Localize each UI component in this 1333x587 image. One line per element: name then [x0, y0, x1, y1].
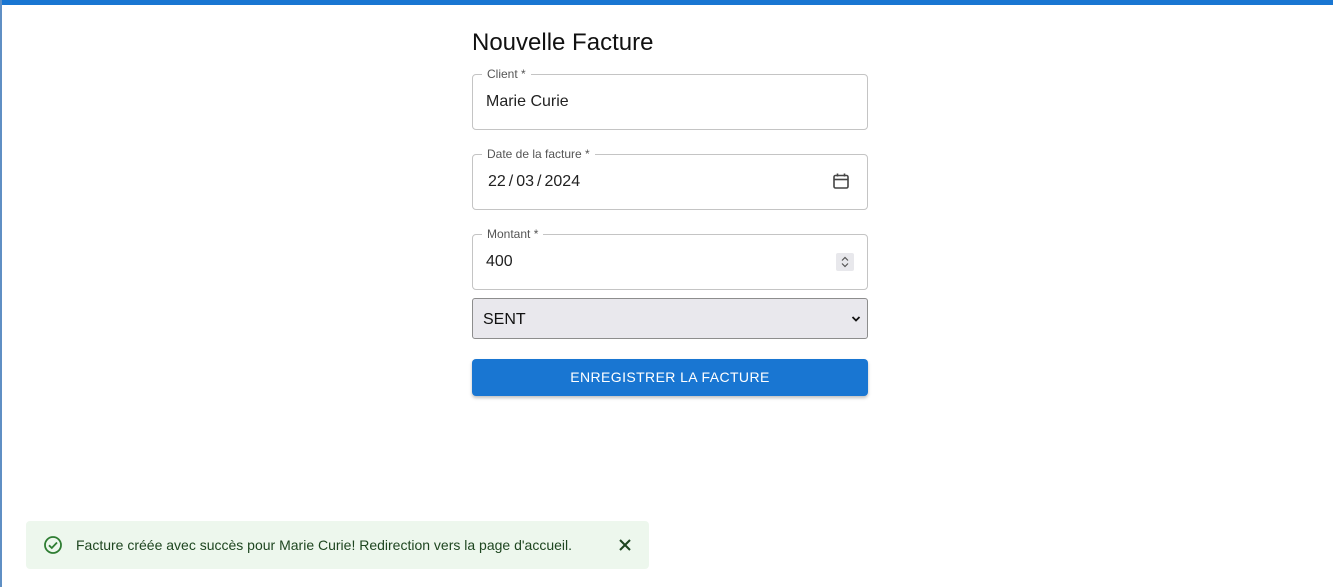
- date-day[interactable]: 22: [488, 172, 506, 192]
- invoice-date-field[interactable]: Date de la facture * 22/03/2024: [472, 147, 868, 210]
- client-input-value[interactable]: Marie Curie: [486, 92, 569, 112]
- amount-input-value[interactable]: 400: [486, 252, 513, 272]
- calendar-icon[interactable]: [832, 172, 850, 190]
- date-separator: /: [508, 173, 514, 190]
- chevron-down-icon: [851, 316, 861, 322]
- top-app-bar: [0, 0, 1333, 5]
- invoice-date-label: Date de la facture *: [482, 147, 595, 161]
- spinner-icon[interactable]: [836, 253, 854, 271]
- date-month[interactable]: 03: [516, 172, 534, 192]
- close-icon[interactable]: [618, 538, 632, 552]
- invoice-form: Nouvelle Facture Client * Marie Curie Da…: [472, 28, 868, 396]
- invoice-date-value[interactable]: 22/03/2024: [488, 172, 580, 192]
- status-selected-value: SENT: [483, 311, 526, 328]
- amount-label: Montant *: [482, 227, 544, 241]
- status-select[interactable]: SENT: [472, 298, 868, 339]
- save-invoice-button[interactable]: ENREGISTRER LA FACTURE: [472, 359, 868, 396]
- client-label: Client *: [482, 67, 531, 81]
- client-field[interactable]: Client * Marie Curie: [472, 67, 868, 130]
- amount-field[interactable]: Montant * 400: [472, 227, 868, 290]
- date-separator: /: [537, 173, 542, 190]
- window-left-edge: [0, 0, 2, 587]
- date-year[interactable]: 2024: [545, 172, 581, 192]
- page-title: Nouvelle Facture: [472, 29, 654, 56]
- notification-message: Facture créée avec succès pour Marie Cur…: [76, 537, 573, 553]
- check-circle-icon: [44, 536, 62, 554]
- success-notification: Facture créée avec succès pour Marie Cur…: [26, 521, 649, 569]
